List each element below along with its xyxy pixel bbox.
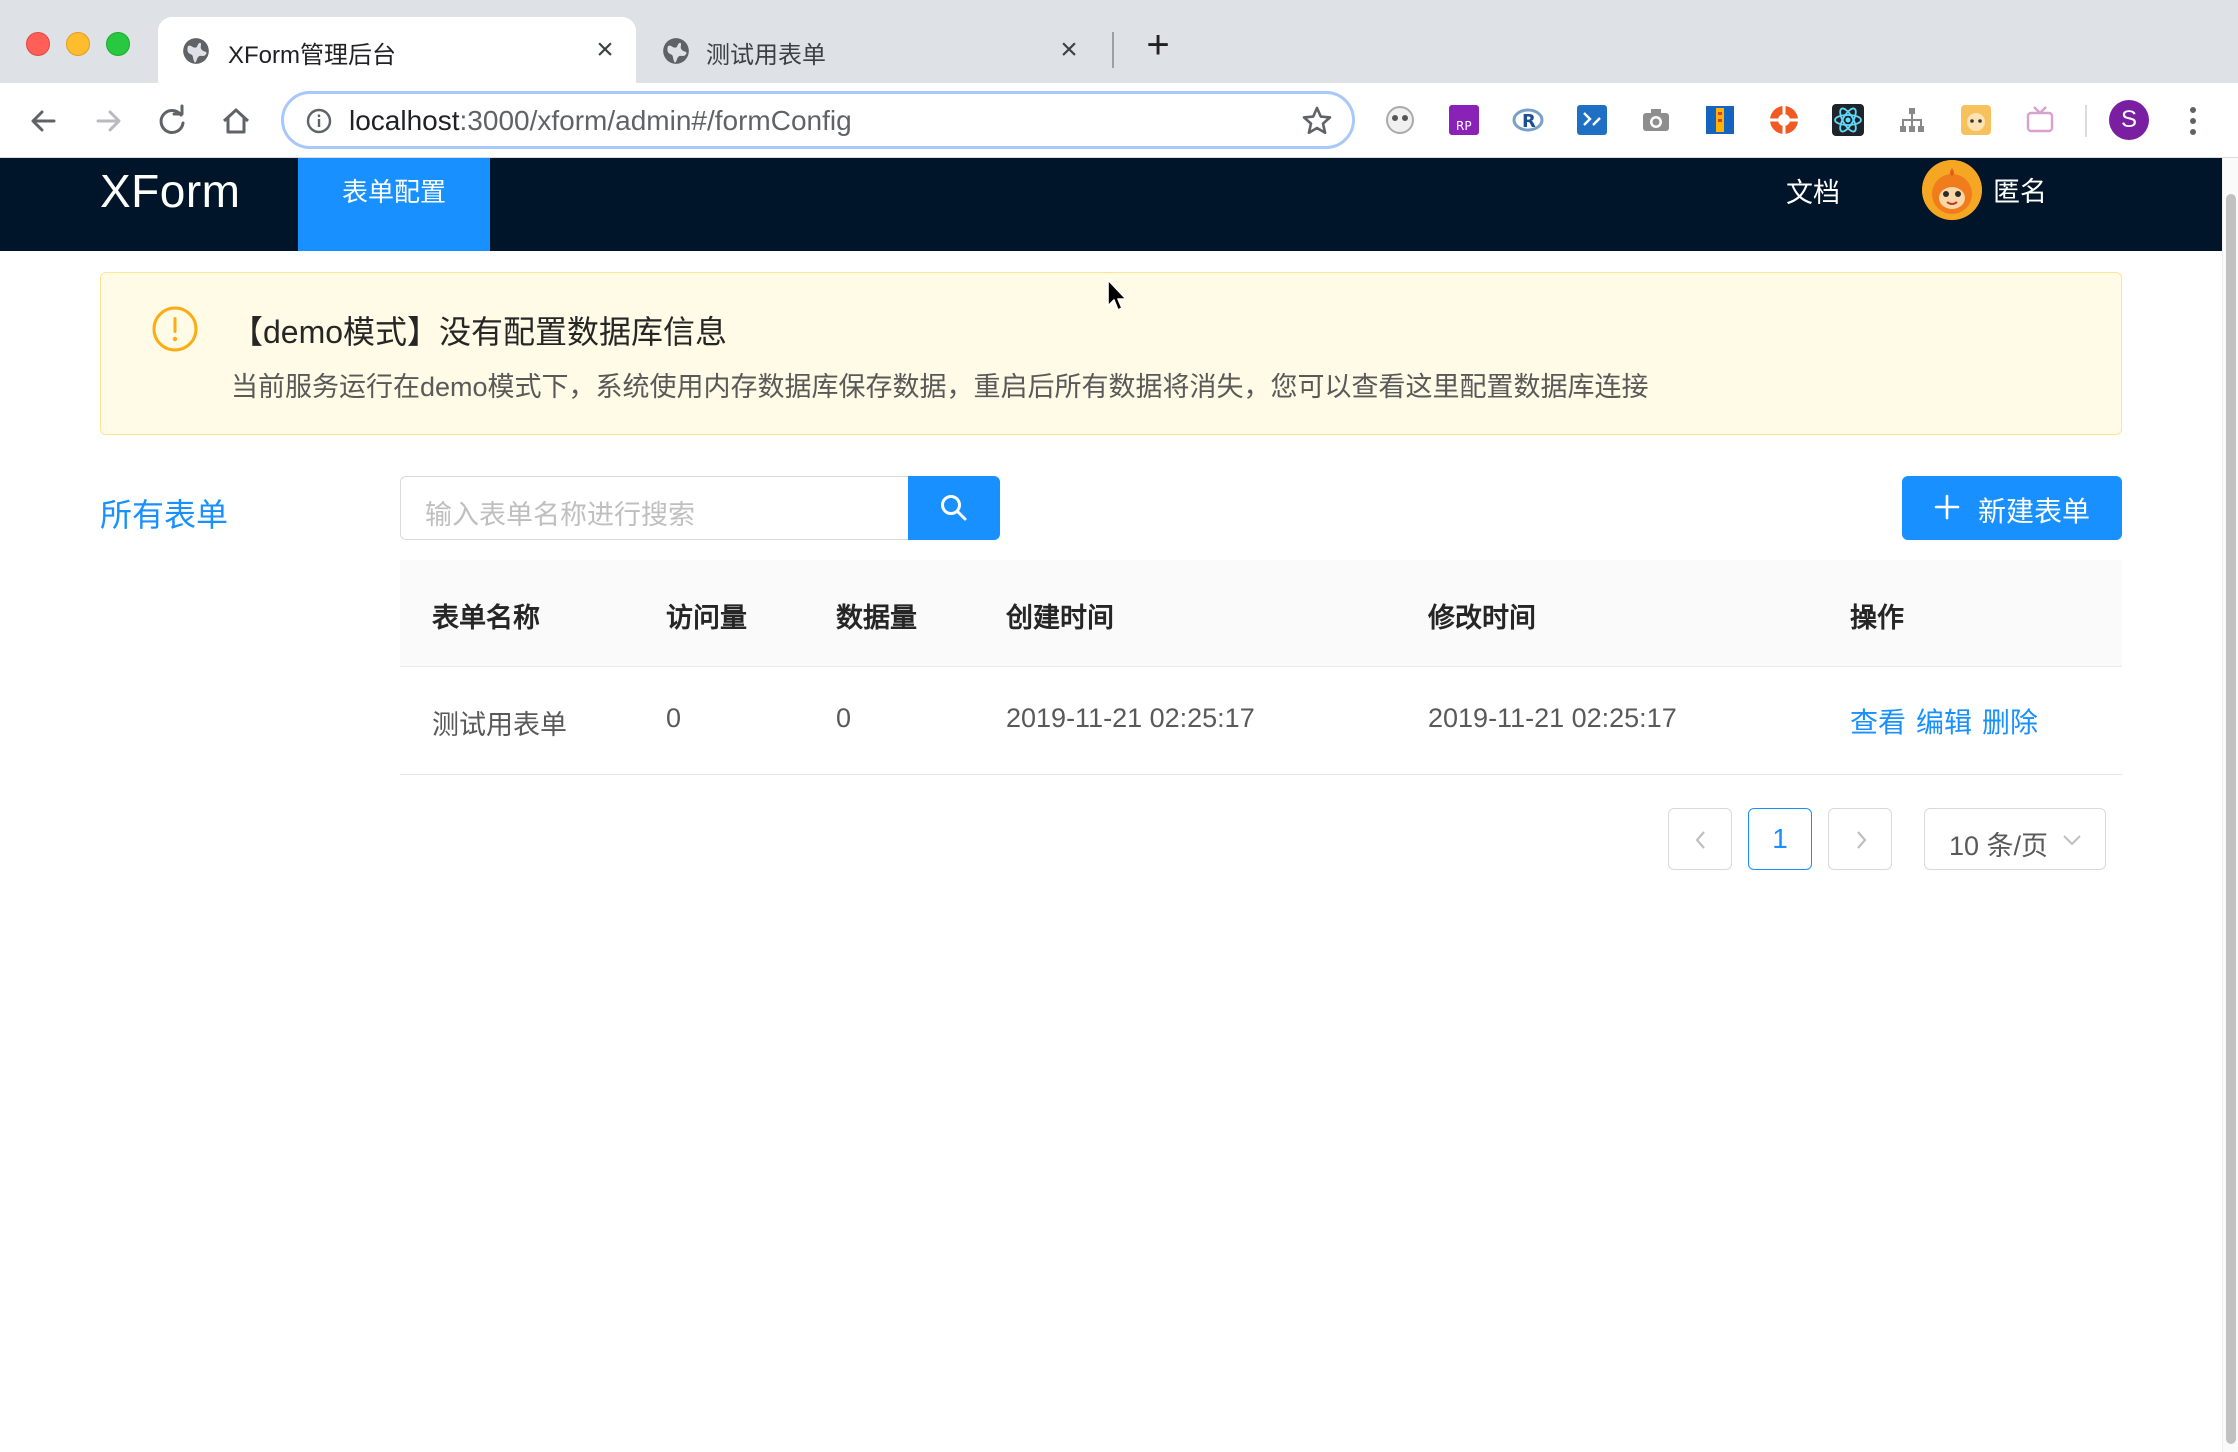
new-form-button[interactable]: 新建表单 (1902, 476, 2122, 540)
axure-rp-icon[interactable]: RP (1447, 103, 1481, 137)
react-icon[interactable] (1831, 103, 1865, 137)
maximize-window-button[interactable] (106, 32, 130, 56)
warning-icon (152, 306, 198, 352)
forward-icon[interactable] (88, 101, 128, 141)
url-text: localhost:3000/xform/admin#/formConfig (349, 105, 852, 136)
search-icon (941, 495, 967, 521)
screen: XForm管理后台 × 测试用表单 × + localhost:3000/xfo… (0, 0, 2238, 1452)
next-page-button[interactable] (1828, 808, 1892, 870)
cell-created: 2019-11-21 02:25:17 (1006, 703, 1255, 733)
sidebar-all-forms[interactable]: 所有表单 (100, 490, 228, 536)
page-scrollbar[interactable] (2222, 158, 2238, 1452)
vscode-icon[interactable] (1575, 103, 1609, 137)
back-icon[interactable] (24, 101, 64, 141)
plus-icon (1934, 494, 1960, 520)
globe-icon (663, 38, 689, 64)
sitemap-icon[interactable] (1895, 103, 1929, 137)
bookmark-star-icon[interactable] (1300, 104, 1334, 138)
r-icon[interactable]: R (1511, 103, 1545, 137)
browser-tab-active[interactable]: XForm管理后台 × (158, 17, 636, 83)
tv-icon[interactable] (2023, 103, 2057, 137)
nav-item-form-config[interactable]: 表单配置 (298, 158, 490, 251)
more-menu-icon[interactable] (2186, 101, 2200, 141)
camera-icon[interactable] (1639, 103, 1673, 137)
globe-icon (183, 38, 209, 64)
search-input[interactable]: 输入表单名称进行搜索 (400, 476, 910, 540)
ruler-icon[interactable] (1703, 103, 1737, 137)
column-header-modified: 修改时间 (1428, 603, 1536, 633)
reload-icon[interactable] (152, 101, 192, 141)
browser-tab-strip: XForm管理后台 × 测试用表单 × + (0, 0, 2238, 83)
browser-tab-inactive[interactable]: 测试用表单 × (650, 17, 1100, 83)
cell-form-name: 测试用表单 (432, 710, 567, 740)
username[interactable]: 匿名 (1993, 170, 2047, 209)
app-logo[interactable]: XForm (100, 164, 241, 218)
row-actions: 查看 编辑 删除 (1850, 701, 2038, 741)
home-icon[interactable] (216, 101, 256, 141)
app-header: XForm 表单配置 文档 匿名 (0, 158, 2222, 251)
nav-item-label: 表单配置 (341, 177, 446, 207)
svg-text:RP: RP (1456, 119, 1472, 133)
search-button[interactable] (908, 476, 1000, 540)
table-row: 测试用表单 0 0 2019-11-21 02:25:17 2019-11-21… (400, 667, 2122, 775)
chevron-down-icon (2063, 835, 2081, 846)
toolbar-separator (2085, 105, 2087, 137)
minimize-window-button[interactable] (66, 32, 90, 56)
lifebuoy-icon[interactable] (1767, 103, 1801, 137)
delete-link[interactable]: 删除 (1982, 701, 2038, 741)
search-placeholder: 输入表单名称进行搜索 (425, 500, 695, 530)
chevron-right-icon (1857, 831, 1867, 849)
column-header-records: 数据量 (836, 603, 917, 633)
new-form-label: 新建表单 (1978, 496, 2091, 527)
browser-toolbar: localhost:3000/xform/admin#/formConfig R… (0, 83, 2238, 158)
cell-records: 0 (836, 703, 852, 733)
chevron-left-icon (1695, 831, 1705, 849)
close-window-button[interactable] (26, 32, 50, 56)
address-bar[interactable]: localhost:3000/xform/admin#/formConfig (281, 91, 1355, 149)
column-header-name: 表单名称 (432, 603, 540, 633)
view-link[interactable]: 查看 (1850, 701, 1906, 741)
user-avatar[interactable] (1922, 160, 1982, 220)
tab-title: 测试用表单 (706, 42, 826, 69)
tab-close-icon[interactable]: × (1054, 35, 1084, 65)
page-size-value: 10 条/页 (1949, 831, 2049, 861)
mouse-cursor-icon (1107, 279, 1127, 311)
column-header-actions: 操作 (1850, 603, 1904, 633)
column-header-visits: 访问量 (666, 603, 747, 633)
page-number: 1 (1772, 823, 1788, 854)
tab-title: XForm管理后台 (228, 42, 396, 69)
column-header-created: 创建时间 (1006, 603, 1114, 633)
avatar-icon[interactable] (1959, 103, 1993, 137)
scrollbar-thumb[interactable] (2226, 194, 2236, 1444)
alert-title: 【demo模式】没有配置数据库信息 (231, 314, 728, 350)
page-number-button[interactable]: 1 (1748, 808, 1812, 870)
prev-page-button[interactable] (1668, 808, 1732, 870)
search-group: 输入表单名称进行搜索 (400, 476, 1000, 540)
table-header: 表单名称 访问量 数据量 创建时间 修改时间 操作 (400, 560, 2122, 667)
alert-description: 当前服务运行在demo模式下，系统使用内存数据库保存数据，重启后所有数据将消失，… (231, 372, 1649, 402)
new-tab-button[interactable]: + (1140, 25, 1176, 67)
svg-text:R: R (1522, 111, 1536, 132)
page-size-select[interactable]: 10 条/页 (1924, 808, 2106, 870)
panda-icon[interactable] (1383, 103, 1417, 137)
profile-avatar[interactable]: S (2109, 100, 2149, 140)
tab-divider (1112, 32, 1114, 68)
tab-close-icon[interactable]: × (590, 35, 620, 65)
info-icon[interactable] (306, 108, 332, 134)
cell-modified: 2019-11-21 02:25:17 (1428, 703, 1677, 733)
edit-link[interactable]: 编辑 (1916, 701, 1972, 741)
cell-visits: 0 (666, 703, 682, 733)
docs-link[interactable]: 文档 (1786, 171, 1840, 210)
